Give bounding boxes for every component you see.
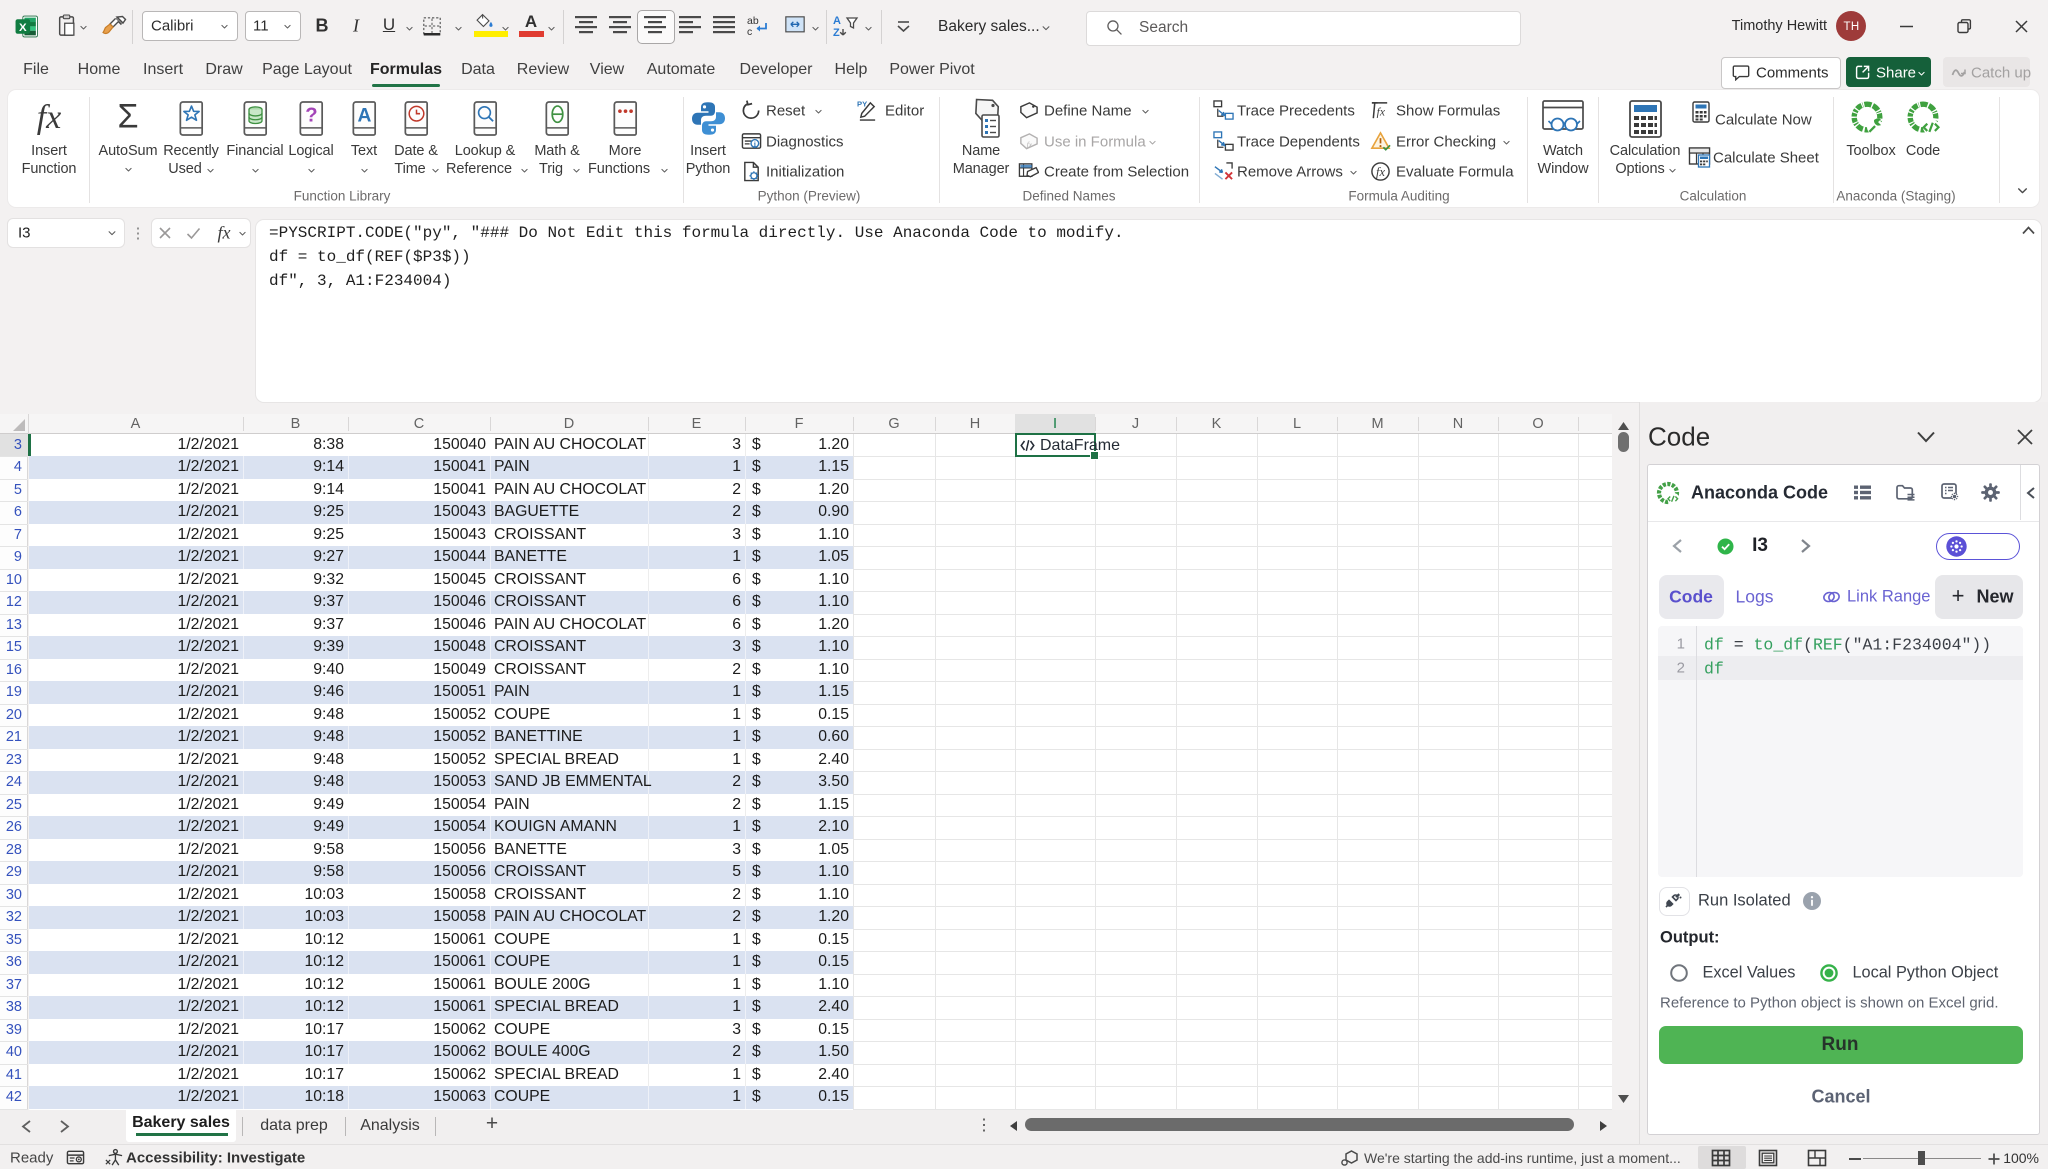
svg-text:Z: Z <box>833 27 840 38</box>
svg-text:c: c <box>747 26 752 37</box>
svg-text:i: i <box>753 140 755 148</box>
svg-text:A: A <box>357 105 371 126</box>
svg-text:fx: fx <box>1376 165 1385 179</box>
svg-text:PY: PY <box>857 100 867 109</box>
svg-text:fx: fx <box>1026 140 1032 149</box>
svg-text:X: X <box>19 22 27 34</box>
svg-text:A: A <box>833 15 841 27</box>
svg-text:?: ? <box>305 104 317 126</box>
svg-text:fx: fx <box>1376 106 1384 118</box>
